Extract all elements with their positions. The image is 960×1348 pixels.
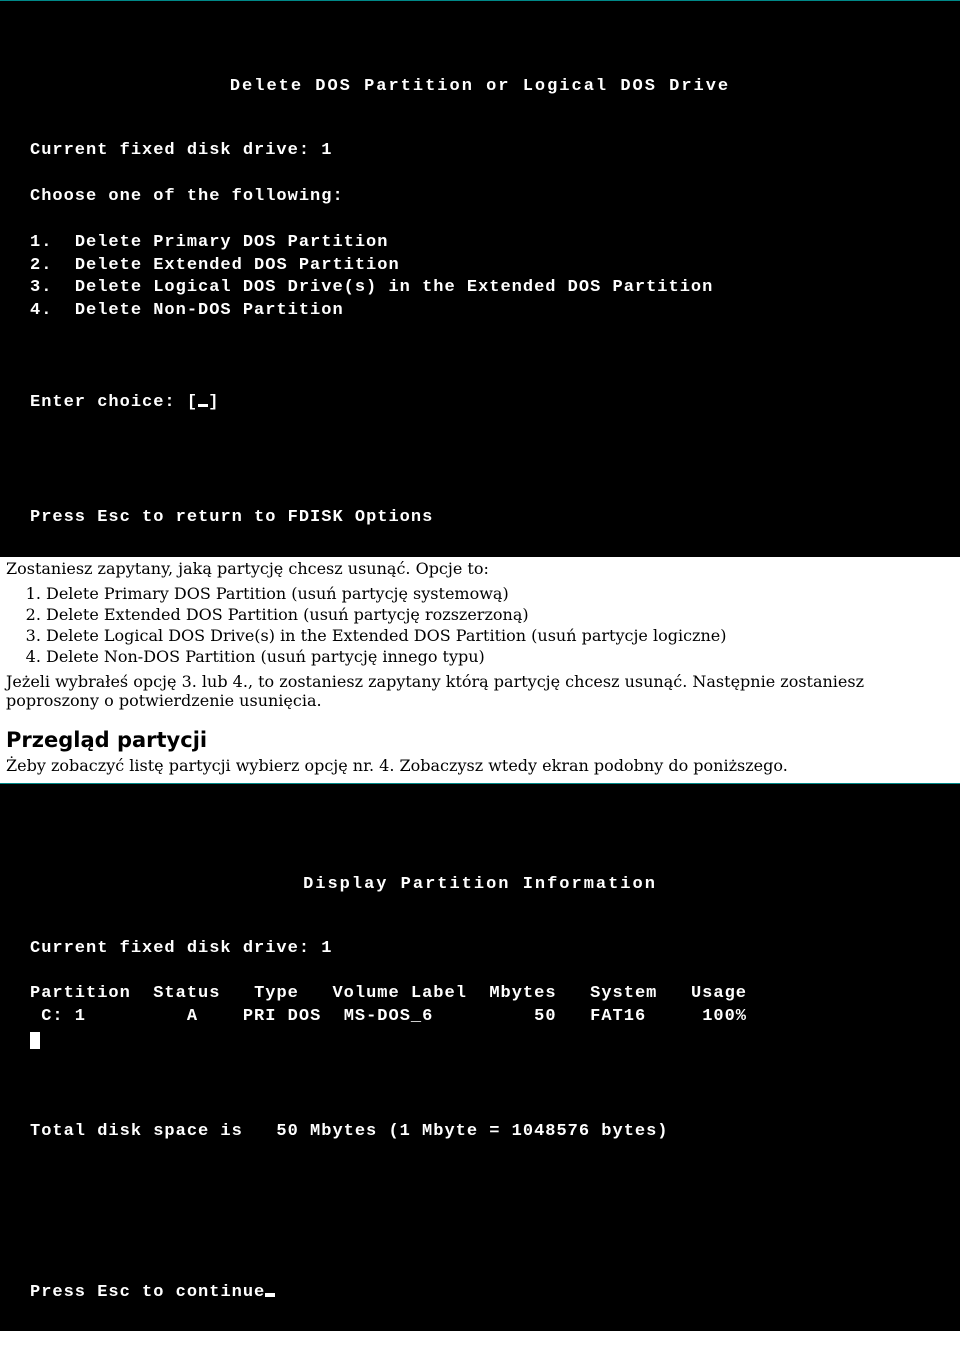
esc-hint-2: Press Esc to continue xyxy=(30,1283,275,1302)
menu-item-4[interactable]: 4. Delete Non-DOS Partition xyxy=(30,301,344,320)
dos-screen-display: Display Partition Information Current fi… xyxy=(0,783,960,1332)
cursor-icon xyxy=(30,1032,40,1049)
doc-option-4: Delete Non-DOS Partition (usuń partycję … xyxy=(46,647,954,666)
doc-option-list: Delete Primary DOS Partition (usuń party… xyxy=(6,584,954,666)
table-row: C: 1 A PRI DOS MS-DOS_6 50 FAT16 100% xyxy=(30,1007,747,1026)
dos-title: Delete DOS Partition or Logical DOS Driv… xyxy=(30,76,930,99)
doc-intro: Zostaniesz zapytany, jaką partycję chces… xyxy=(6,559,954,578)
menu-item-2[interactable]: 2. Delete Extended DOS Partition xyxy=(30,256,400,275)
total-line: Total disk space is 50 Mbytes (1 Mbyte =… xyxy=(30,1122,669,1141)
doc-block-1: Zostaniesz zapytany, jaką partycję chces… xyxy=(6,559,954,710)
dos-body-1: Current fixed disk drive: 1 Choose one o… xyxy=(30,140,930,530)
cursor-icon xyxy=(198,404,208,407)
cursor-icon xyxy=(265,1293,275,1296)
choice-input[interactable]: Enter choice: [] xyxy=(30,393,219,412)
doc2-intro: Żeby zobaczyć listę partycji wybierz opc… xyxy=(6,756,954,775)
esc-hint: Press Esc to return to FDISK Options xyxy=(30,508,433,527)
esc-key-2[interactable]: Esc xyxy=(97,1283,131,1302)
doc-option-1: Delete Primary DOS Partition (usuń party… xyxy=(46,584,954,603)
current-drive-value: 1 xyxy=(321,141,332,160)
current-drive-label-2: Current fixed disk drive: xyxy=(30,939,310,958)
dos-body-2: Current fixed disk drive: 1 Partition St… xyxy=(30,938,930,1305)
menu-item-1[interactable]: 1. Delete Primary DOS Partition xyxy=(30,233,388,252)
doc-block-2: Żeby zobaczyć listę partycji wybierz opc… xyxy=(6,756,954,775)
choose-label: Choose one of the following: xyxy=(30,187,344,206)
doc-option-2: Delete Extended DOS Partition (usuń part… xyxy=(46,605,954,624)
doc-option-3: Delete Logical DOS Drive(s) in the Exten… xyxy=(46,626,954,645)
table-header-row: Partition Status Type Volume Label Mbyte… xyxy=(30,984,747,1003)
esc-key[interactable]: Esc xyxy=(97,508,131,527)
dos-title-2: Display Partition Information xyxy=(30,874,930,897)
current-drive-label: Current fixed disk drive: xyxy=(30,141,310,160)
section-heading: Przegląd partycji xyxy=(6,728,960,752)
doc-after: Jeżeli wybrałeś opcję 3. lub 4., to zost… xyxy=(6,672,954,710)
dos-screen-delete: Delete DOS Partition or Logical DOS Driv… xyxy=(0,0,960,557)
current-drive-value-2: 1 xyxy=(321,939,332,958)
menu-item-3[interactable]: 3. Delete Logical DOS Drive(s) in the Ex… xyxy=(30,278,713,297)
